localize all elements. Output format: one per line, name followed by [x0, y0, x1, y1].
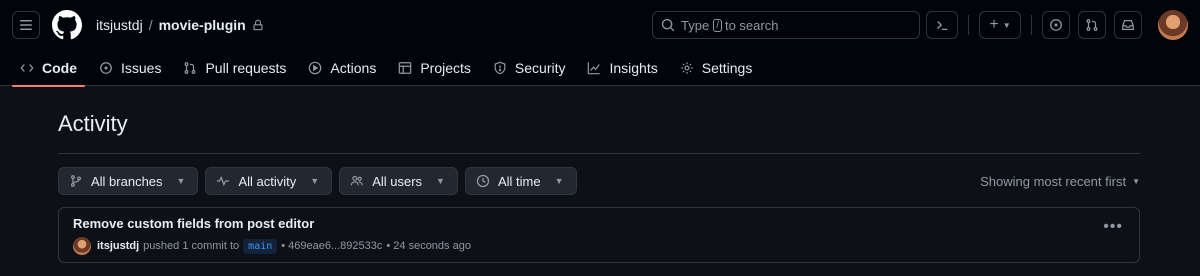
tab-label: Actions — [330, 60, 377, 76]
chevron-down-icon: ▼ — [554, 176, 564, 186]
activity-item: Remove custom fields from post editor it… — [58, 207, 1140, 263]
activity-action-text: pushed 1 commit to — [143, 240, 240, 252]
hamburger-icon — [20, 20, 32, 30]
kebab-menu-icon[interactable]: ••• — [1103, 218, 1123, 236]
users-filter-label: All users — [372, 173, 423, 189]
tab-projects[interactable]: Projects — [390, 50, 479, 86]
chevron-down-icon: ▼ — [1002, 20, 1011, 30]
lock-icon — [252, 19, 264, 31]
repo-nav-tabs: Code Issues Pull requests Actions Projec… — [0, 50, 1200, 87]
branch-badge[interactable]: main — [243, 238, 278, 254]
breadcrumb-separator: / — [148, 17, 153, 33]
issue-icon — [1050, 19, 1062, 31]
main-content: Activity All branches ▼ All activity ▼ A… — [0, 86, 1200, 263]
issues-button[interactable] — [1042, 11, 1070, 39]
activity-title[interactable]: Remove custom fields from post editor — [73, 216, 1125, 231]
activity-user-link[interactable]: itsjustdj — [97, 240, 139, 252]
activity-filter-label: All activity — [238, 173, 297, 189]
chevron-down-icon: ▼ — [436, 176, 445, 186]
breadcrumb: itsjustdj / movie-plugin — [96, 17, 264, 33]
sort-order-label: Showing most recent first — [980, 173, 1127, 189]
time-filter-button[interactable]: All time ▼ — [464, 167, 577, 195]
tab-label: Issues — [121, 60, 162, 76]
search-placeholder: Type / to search — [681, 18, 778, 33]
chevron-down-icon: ▼ — [310, 176, 320, 186]
hamburger-menu-button[interactable] — [12, 11, 40, 39]
people-icon — [350, 174, 364, 188]
search-suffix-text: to search — [724, 17, 779, 33]
filter-bar: All branches ▼ All activity ▼ All users … — [58, 167, 1140, 195]
plus-icon: + — [989, 16, 999, 33]
activity-filter-button[interactable]: All activity ▼ — [205, 167, 333, 195]
branches-filter-button[interactable]: All branches ▼ — [58, 167, 199, 195]
tab-label: Code — [42, 60, 77, 76]
commit-range-link[interactable]: • 469eae6...892533c — [281, 240, 382, 252]
inbox-icon — [1122, 20, 1134, 30]
gear-icon — [680, 61, 694, 75]
breadcrumb-owner-link[interactable]: itsjustdj — [96, 17, 143, 33]
code-icon — [20, 61, 34, 75]
tab-insights[interactable]: Insights — [579, 50, 665, 86]
command-palette-button[interactable] — [926, 11, 958, 39]
branches-filter-label: All branches — [91, 173, 163, 189]
search-input[interactable]: Type / to search — [652, 11, 920, 39]
header-divider — [968, 15, 969, 35]
chevron-down-icon: ▼ — [176, 176, 186, 186]
search-shortcut-key: / — [713, 18, 722, 32]
pulse-icon — [216, 174, 230, 188]
tab-issues[interactable]: Issues — [91, 50, 169, 86]
chevron-down-icon: ▼ — [1132, 176, 1140, 186]
issue-icon — [99, 61, 113, 75]
time-filter-label: All time — [497, 173, 541, 189]
tab-label: Insights — [609, 60, 658, 76]
inbox-button[interactable] — [1114, 11, 1142, 39]
clock-icon — [476, 174, 490, 188]
tab-label: Pull requests — [205, 60, 287, 76]
user-avatar[interactable] — [73, 237, 91, 255]
tab-label: Projects — [420, 60, 471, 76]
tab-label: Security — [514, 60, 566, 76]
tab-label: Settings — [701, 60, 753, 76]
breadcrumb-repo-link[interactable]: movie-plugin — [159, 17, 246, 33]
pull-requests-button[interactable] — [1078, 11, 1106, 39]
github-logo-icon — [52, 10, 82, 40]
table-icon — [398, 61, 412, 75]
terminal-icon — [937, 21, 948, 31]
play-icon — [308, 61, 322, 75]
user-avatar[interactable] — [1158, 10, 1188, 40]
search-prefix-text: Type — [681, 17, 710, 33]
users-filter-button[interactable]: All users ▼ — [339, 167, 458, 195]
sort-order-dropdown[interactable]: Showing most recent first ▼ — [980, 174, 1140, 189]
search-icon — [661, 18, 675, 32]
header-divider — [1031, 15, 1032, 35]
github-logo[interactable] — [52, 10, 82, 40]
graph-icon — [587, 61, 601, 75]
activity-timestamp: • 24 seconds ago — [386, 240, 471, 252]
activity-meta: itsjustdj pushed 1 commit to main • 469e… — [73, 237, 1125, 255]
tab-code[interactable]: Code — [12, 50, 85, 87]
tab-pull-requests[interactable]: Pull requests — [175, 50, 294, 86]
branch-icon — [69, 174, 83, 188]
create-new-button[interactable]: + ▼ — [979, 11, 1021, 39]
tab-actions[interactable]: Actions — [300, 50, 384, 86]
pull-request-icon — [183, 61, 197, 75]
app-header: itsjustdj / movie-plugin Type / to searc… — [0, 0, 1200, 87]
pull-request-icon — [1086, 19, 1098, 31]
tab-security[interactable]: Security — [485, 50, 574, 86]
top-bar: itsjustdj / movie-plugin Type / to searc… — [0, 0, 1200, 50]
tab-settings[interactable]: Settings — [672, 50, 761, 86]
shield-icon — [493, 61, 507, 75]
page-title: Activity — [58, 86, 1140, 154]
